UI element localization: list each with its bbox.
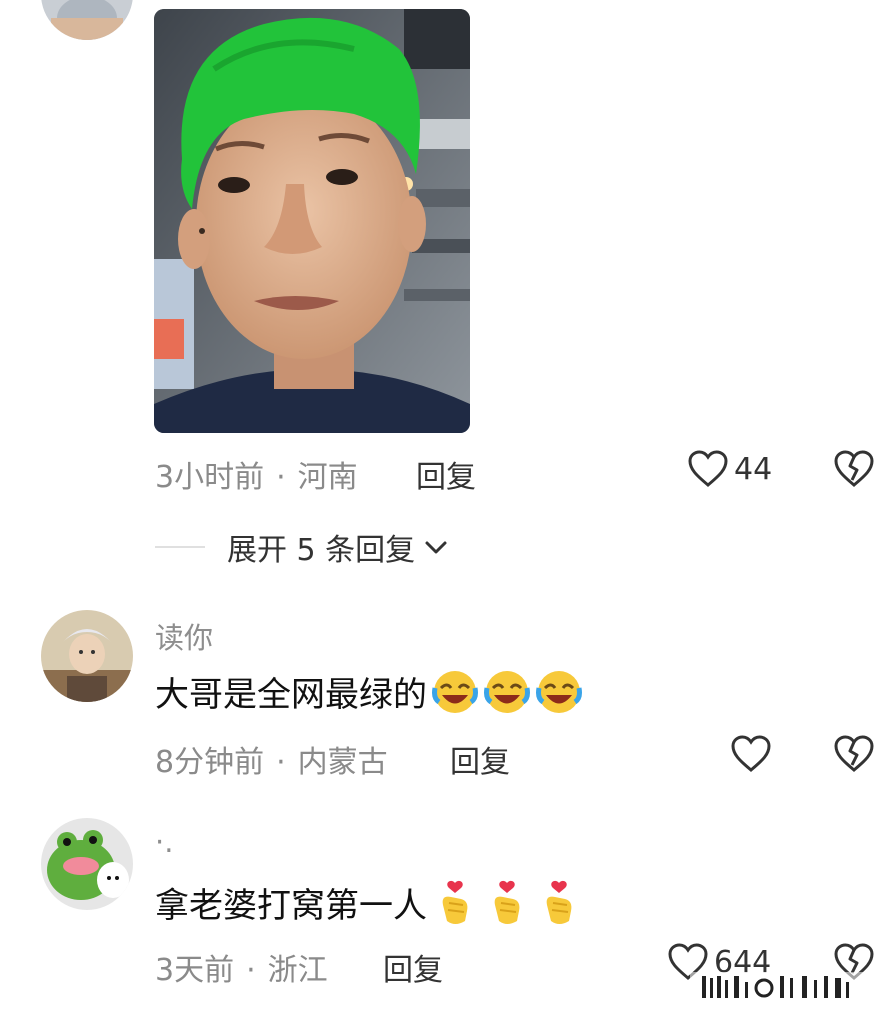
comment-meta: 3天前 · 浙江 xyxy=(155,945,328,989)
like-button[interactable]: 44 xyxy=(688,450,772,488)
comment-time: 8分钟前 xyxy=(155,745,265,780)
divider-line xyxy=(155,546,205,548)
like-count: 44 xyxy=(734,451,773,487)
comment-text: 大哥是全网最绿的 xyxy=(155,667,583,716)
chevron-down-icon xyxy=(425,541,447,554)
photo-image xyxy=(154,9,470,433)
watermark-logo xyxy=(690,972,865,1000)
comment-time: 3天前 xyxy=(155,953,235,988)
laugh-cry-emoji-icon xyxy=(536,670,582,713)
reply-button[interactable]: 回复 xyxy=(416,452,476,496)
reply-button[interactable]: 回复 xyxy=(383,945,443,989)
comment-meta: 8分钟前 · 内蒙古 xyxy=(155,737,388,781)
dislike-button[interactable] xyxy=(834,735,874,777)
finger-heart-emoji-icon xyxy=(546,880,572,924)
comment-location: 河南 xyxy=(297,460,358,495)
username[interactable]: ·. xyxy=(155,825,173,859)
heart-icon xyxy=(731,735,771,772)
avatar-image xyxy=(41,818,133,910)
finger-heart-emoji-icon xyxy=(494,880,520,924)
username[interactable]: 读你 xyxy=(155,615,213,657)
broken-heart-icon xyxy=(834,450,874,487)
meta-separator: · xyxy=(246,953,256,988)
heart-icon xyxy=(688,450,728,487)
user-avatar[interactable] xyxy=(41,610,133,702)
reply-button[interactable]: 回复 xyxy=(450,737,510,781)
comment-location: 内蒙古 xyxy=(297,745,388,780)
like-button[interactable] xyxy=(731,735,771,773)
expand-replies-label: 展开 5 条回复 xyxy=(227,533,416,568)
meta-separator: · xyxy=(276,745,286,780)
avatar-image xyxy=(41,0,133,40)
dislike-button[interactable] xyxy=(834,450,874,492)
laugh-cry-emoji-icon xyxy=(432,670,478,713)
finger-heart-emoji-icon xyxy=(442,880,468,924)
broken-heart-icon xyxy=(834,735,874,772)
comment-text: 拿老婆打窝第一人 xyxy=(155,878,583,927)
expand-replies-button[interactable]: 展开 5 条回复 xyxy=(155,525,451,569)
avatar-image xyxy=(41,610,133,702)
comment-location: 浙江 xyxy=(267,953,328,988)
comment-meta: 3小时前 · 河南 xyxy=(155,452,358,496)
comment-photo[interactable] xyxy=(154,9,470,433)
laugh-cry-emoji-icon xyxy=(484,670,530,713)
user-avatar-top[interactable] xyxy=(41,0,133,40)
comment-time: 3小时前 xyxy=(155,460,265,495)
comment-body: 大哥是全网最绿的 xyxy=(155,675,427,715)
comment-body: 拿老婆打窝第一人 xyxy=(155,886,427,926)
meta-separator: · xyxy=(276,460,286,495)
user-avatar[interactable] xyxy=(41,818,133,910)
